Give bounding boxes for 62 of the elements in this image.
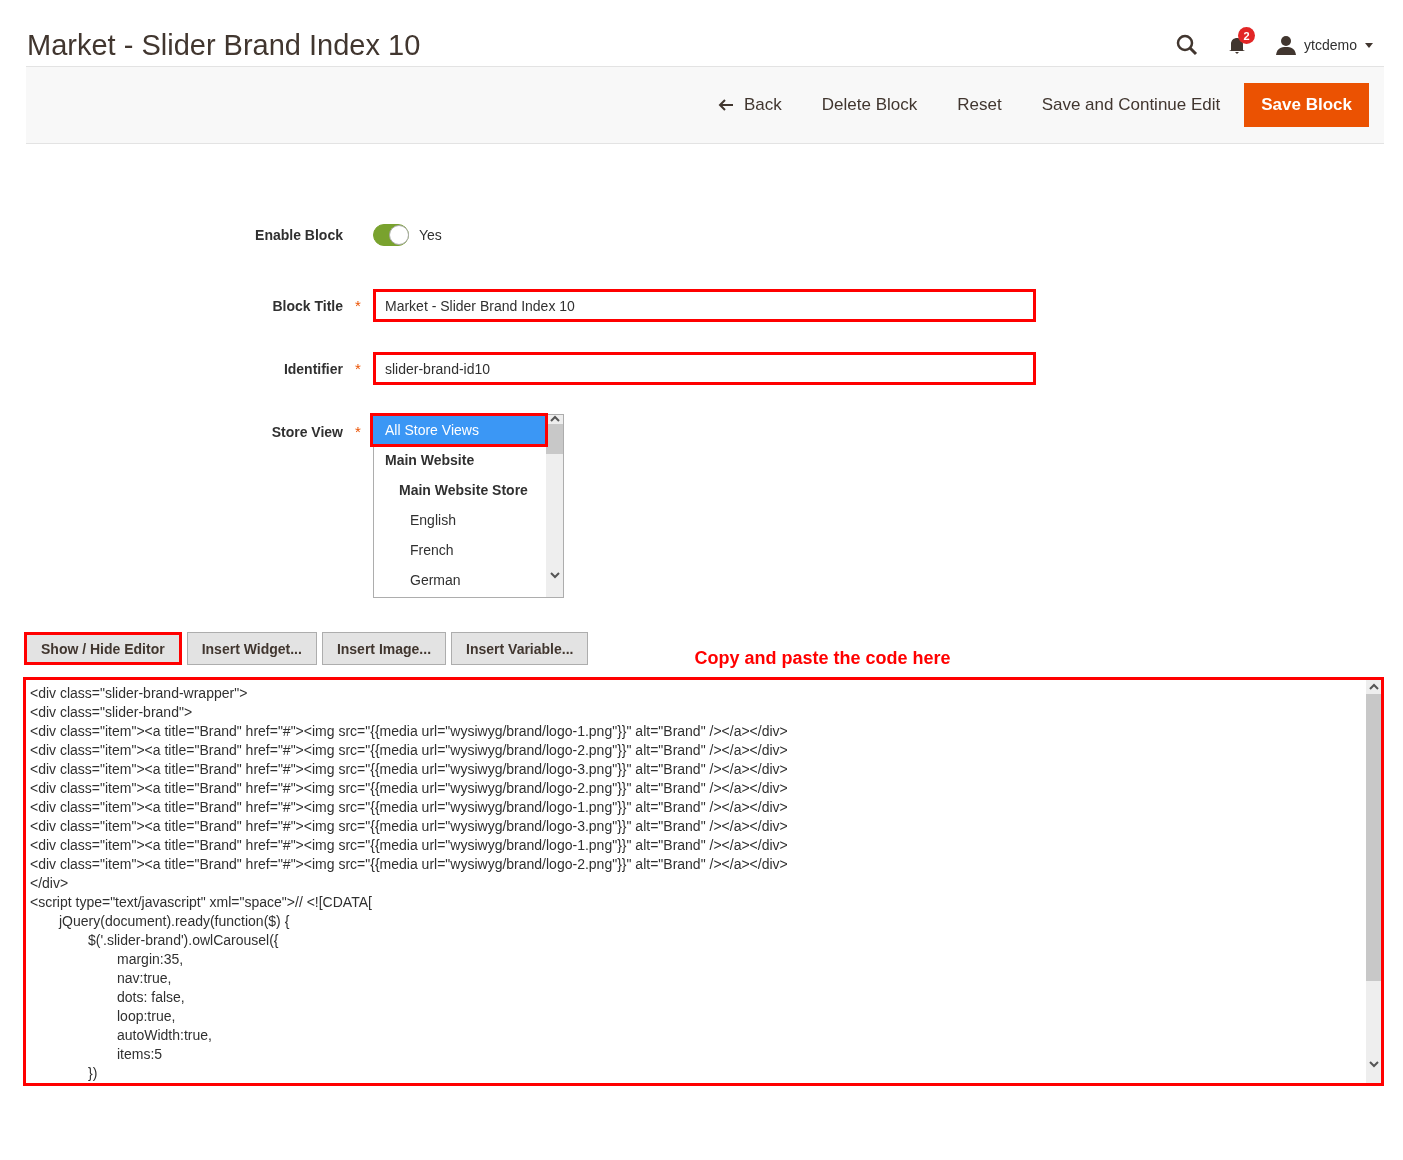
scroll-down-icon[interactable] (549, 572, 560, 579)
field-label: Store View (270, 424, 343, 440)
code-line: $('.slider-brand').owlCarousel({ (87, 931, 280, 950)
action-button[interactable]: Delete Block (805, 83, 934, 127)
code-editor[interactable] (23, 677, 1384, 1086)
code-line: margin:35, (116, 950, 185, 969)
code-line: <div class="item"><a title="Brand" href="#"><img src="{{media url="wysiwyg/brand/logo-2.png"}}" alt="Brand" /></a></div> (30, 779, 789, 798)
code-line: <div class="item"><a title="Brand" href="#"><img src="{{media url="wysiwyg/brand/logo-2.png"}}" alt="Brand" /></a></div> (30, 855, 789, 874)
code-line: dots: false, (116, 988, 186, 1007)
field-label: Block Title (271, 297, 343, 314)
code-line: <div class="item"><a title="Brand" href="#"><img src="{{media url="wysiwyg/brand/logo-2.png"}}" alt="Brand" /></a></div> (30, 741, 789, 760)
notification-count[interactable]: 2 (1238, 27, 1256, 44)
code-line: loop:true, (116, 1007, 177, 1026)
arrow-left-icon (718, 99, 734, 111)
code-line: </div> (30, 874, 70, 893)
field-label: Enable Block (254, 227, 343, 243)
input-field[interactable]: Market - Slider Brand Index 10 (373, 289, 1036, 322)
code-line: }) (87, 1064, 99, 1083)
toggle-label: Yes (419, 227, 442, 243)
code-line: <div class="slider-brand-wrapper"> (30, 684, 249, 703)
code-line: <div class="item"><a title="Brand" href="#"><img src="{{media url="wysiwyg/brand/logo-3.png"}}" alt="Brand" /></a></div> (30, 817, 789, 836)
required-asterisk: * (355, 360, 361, 377)
action-button[interactable]: Reset (941, 83, 1018, 127)
code-line: autoWidth:true, (116, 1026, 213, 1045)
code-line: jQuery(document).ready(function($) { (57, 912, 291, 931)
editor-button[interactable]: Insert Variable... (451, 632, 589, 665)
editor-button[interactable]: Insert Image... (321, 632, 447, 665)
scroll-up-icon[interactable] (549, 415, 560, 422)
action-button[interactable]: Save and Continue Edit (1025, 83, 1237, 127)
code-line: <div class="item"><a title="Brand" href="#"><img src="{{media url="wysiwyg/brand/logo-1.png"}}" alt="Brand" /></a></div> (30, 722, 789, 741)
code-line: <div class="item"><a title="Brand" href="#"><img src="{{media url="wysiwyg/brand/logo-1.png"}}" alt="Brand" /></a></div> (30, 836, 789, 855)
search-icon[interactable] (1176, 34, 1199, 56)
annotation-text: Copy and paste the code here (694, 648, 951, 669)
save-button[interactable]: Save Block (1244, 83, 1369, 127)
scroll-down-icon[interactable] (1368, 1061, 1379, 1068)
toggle-switch[interactable] (373, 224, 409, 246)
code-line: <script type="text/javascript" xml="space">// <![CDATA[ (30, 893, 373, 912)
code-line: <div class="item"><a title="Brand" href="#"><img src="{{media url="wysiwyg/brand/logo-1.png"}}" alt="Brand" /></a></div> (30, 798, 789, 817)
list-option[interactable]: English (374, 505, 546, 535)
user-icon[interactable] (1276, 35, 1297, 55)
code-line: items:5 (116, 1045, 164, 1064)
scroll-up-icon[interactable] (1368, 683, 1379, 690)
user-name[interactable]: ytcdemo (1304, 37, 1357, 53)
code-line: <div class="item"><a title="Brand" href="#"><img src="{{media url="wysiwyg/brand/logo-3.png"}}" alt="Brand" /></a></div> (30, 760, 789, 779)
required-asterisk: * (355, 423, 361, 440)
list-option[interactable]: German (374, 565, 546, 595)
list-option[interactable]: Main Website Store (374, 475, 546, 505)
store-view-list[interactable]: All Store Views Main Website Main Website Store English French German (373, 414, 564, 598)
required-asterisk: * (355, 297, 361, 314)
back-button[interactable]: Back (702, 83, 798, 127)
code-line: <div class="slider-brand"> (30, 703, 194, 722)
editor-button[interactable]: Insert Widget... (186, 632, 317, 665)
page-title: Market - Slider Brand Index 10 (27, 28, 422, 62)
input-field[interactable]: slider-brand-id10 (373, 352, 1036, 385)
code-line: nav:true, (116, 969, 173, 988)
scrollbar-thumb[interactable] (1366, 694, 1381, 981)
list-option[interactable]: French (374, 535, 546, 565)
editor-button[interactable]: Show / Hide Editor (24, 632, 182, 665)
field-label: Identifier (282, 360, 343, 377)
list-option[interactable]: Main Website (374, 445, 546, 475)
caret-icon[interactable] (1365, 42, 1373, 48)
scrollbar-thumb[interactable] (546, 424, 563, 454)
